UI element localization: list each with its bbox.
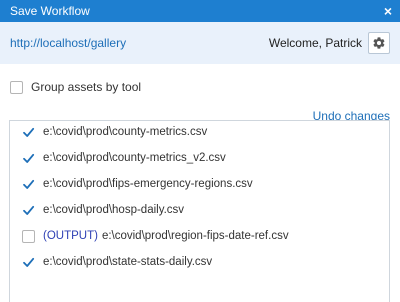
checkmark-icon [23, 205, 35, 215]
asset-item[interactable]: e:\covid\prod\county-metrics_v2.csv [22, 150, 226, 166]
checkmark-icon [23, 179, 35, 189]
asset-item[interactable]: e:\covid\prod\state-stats-daily.csv [22, 254, 212, 270]
asset-path: e:\covid\prod\fips-emergency-regions.csv [43, 178, 253, 190]
checkmark-icon [23, 257, 35, 267]
asset-path: e:\covid\prod\hosp-daily.csv [43, 204, 185, 216]
close-icon[interactable]: × [384, 4, 392, 18]
asset-path: e:\covid\prod\county-metrics.csv [43, 126, 208, 138]
asset-item[interactable]: e:\covid\prod\county-metrics.csv [22, 124, 207, 140]
title-bar: Save Workflow × [0, 0, 400, 22]
asset-path: e:\covid\prod\county-metrics_v2.csv [43, 152, 226, 164]
checkmark-icon [23, 153, 35, 163]
settings-button[interactable] [368, 32, 390, 54]
asset-item[interactable]: (OUTPUT) e:\covid\prod\region-fips-date-… [22, 228, 289, 244]
group-assets-option: Group assets by tool [10, 80, 141, 94]
dialog-title: Save Workflow [10, 4, 90, 18]
asset-checkbox[interactable] [22, 178, 35, 191]
checkmark-icon [23, 127, 35, 137]
asset-item[interactable]: e:\covid\prod\fips-emergency-regions.csv [22, 176, 253, 192]
output-tag: (OUTPUT) [43, 230, 98, 242]
user-area: Welcome, Patrick [269, 32, 390, 54]
asset-path: e:\covid\prod\state-stats-daily.csv [43, 256, 213, 268]
save-workflow-dialog: Save Workflow × http://localhost/gallery… [0, 0, 400, 302]
asset-checkbox[interactable] [22, 126, 35, 139]
asset-checkbox[interactable] [22, 204, 35, 217]
group-assets-label: Group assets by tool [31, 80, 142, 94]
welcome-text: Welcome, Patrick [268, 36, 362, 50]
server-url-link[interactable]: http://localhost/gallery [10, 36, 126, 50]
gear-icon [373, 37, 385, 49]
asset-checkbox[interactable] [22, 229, 35, 243]
asset-checkbox[interactable] [22, 256, 35, 269]
asset-list: e:\covid\prod\county-metrics.csv e:\covi… [9, 120, 390, 302]
server-header: http://localhost/gallery Welcome, Patric… [0, 22, 400, 64]
asset-item[interactable]: e:\covid\prod\hosp-daily.csv [22, 202, 184, 218]
asset-path: e:\covid\prod\region-fips-date-ref.csv [101, 230, 289, 242]
group-assets-checkbox[interactable] [10, 80, 23, 94]
asset-checkbox[interactable] [22, 152, 35, 165]
